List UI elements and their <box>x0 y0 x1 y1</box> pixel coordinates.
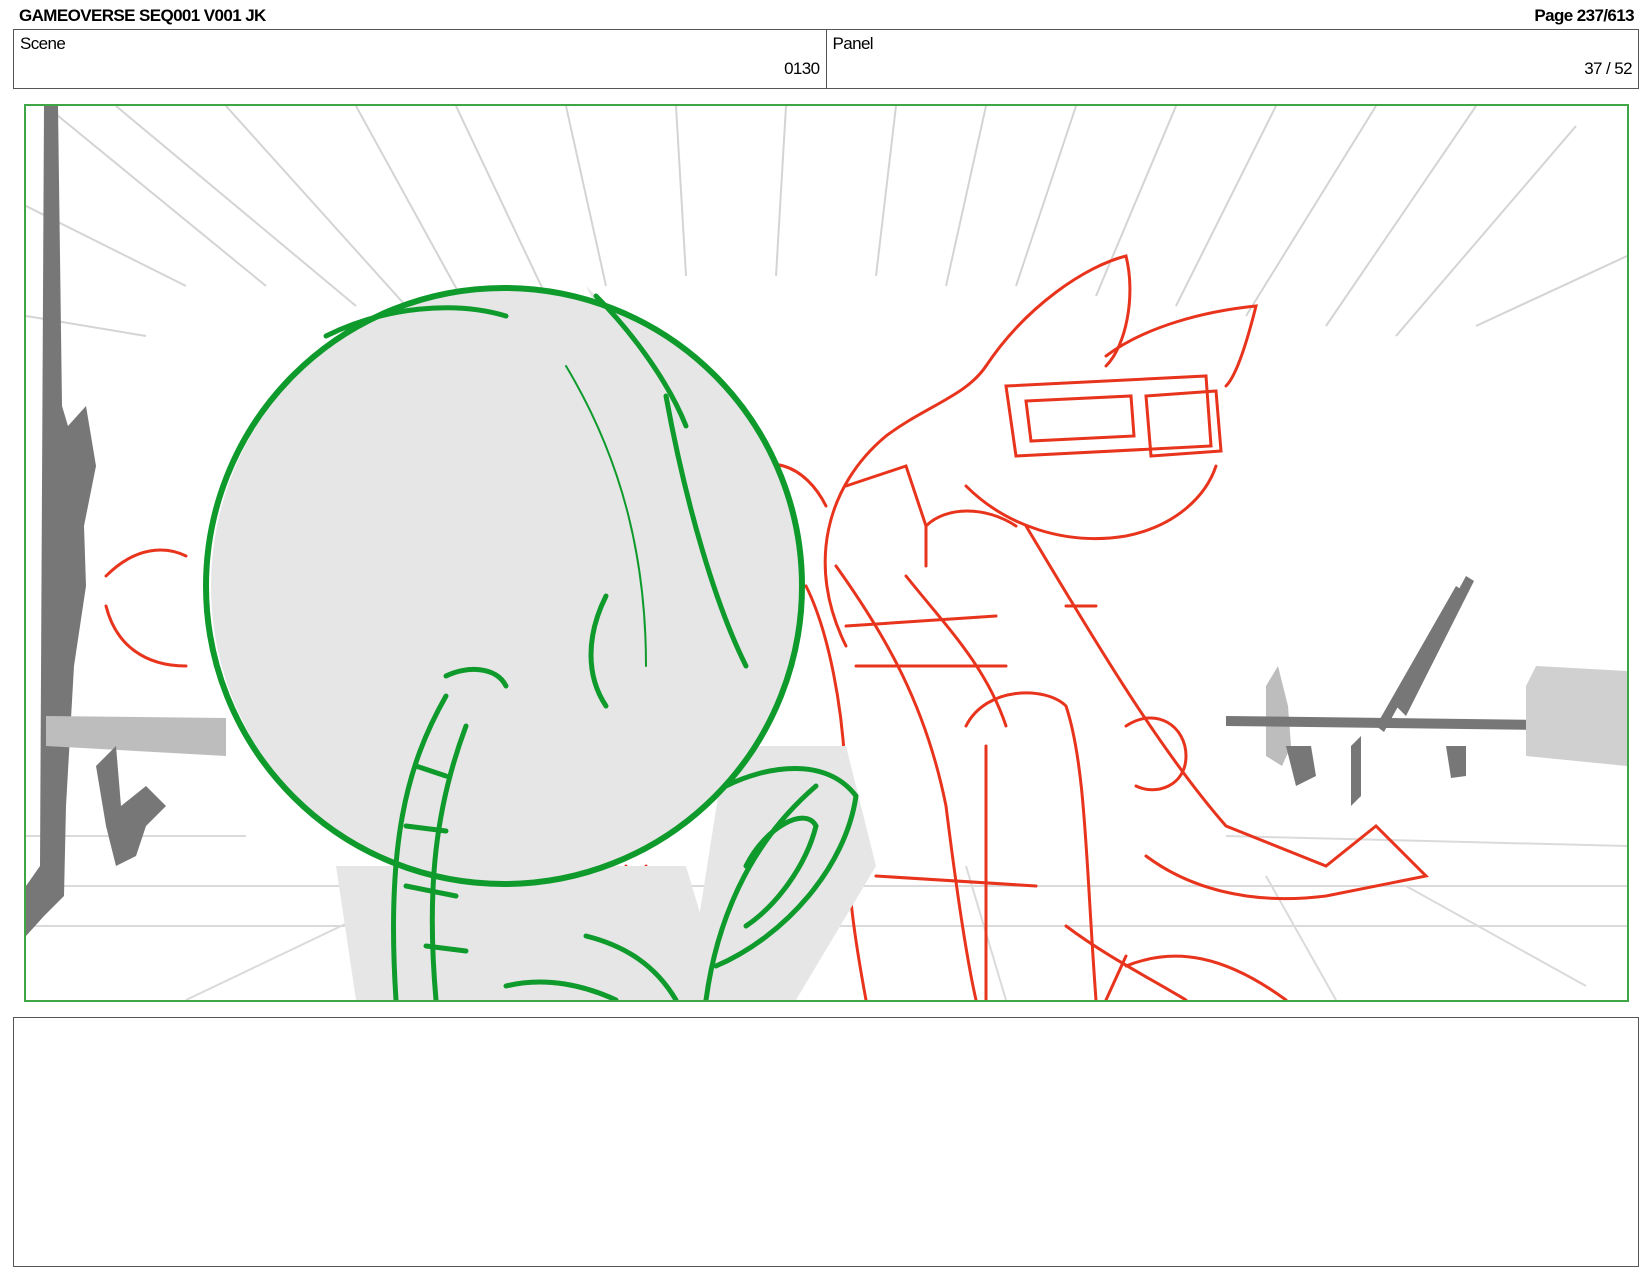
ceiling-perspective-lines <box>26 106 1627 337</box>
panel-value: 37 / 52 <box>1584 59 1632 78</box>
green-character-fill <box>211 286 876 1000</box>
scene-label: Scene <box>20 34 66 53</box>
document-title: GAMEOVERSE SEQ001 V001 JK <box>19 6 266 25</box>
storyboard-panel <box>24 104 1629 1002</box>
scene-value: 0130 <box>784 59 820 78</box>
info-bar: Scene 0130 Panel 37 / 52 <box>13 29 1639 89</box>
scene-cell: Scene 0130 <box>14 30 826 88</box>
panel-sketch <box>26 106 1627 1000</box>
panel-notes-box <box>13 1017 1639 1267</box>
panel-label: Panel <box>832 34 874 53</box>
panel-cell: Panel 37 / 52 <box>825 30 1639 88</box>
page-number: Page 237/613 <box>1534 6 1634 25</box>
